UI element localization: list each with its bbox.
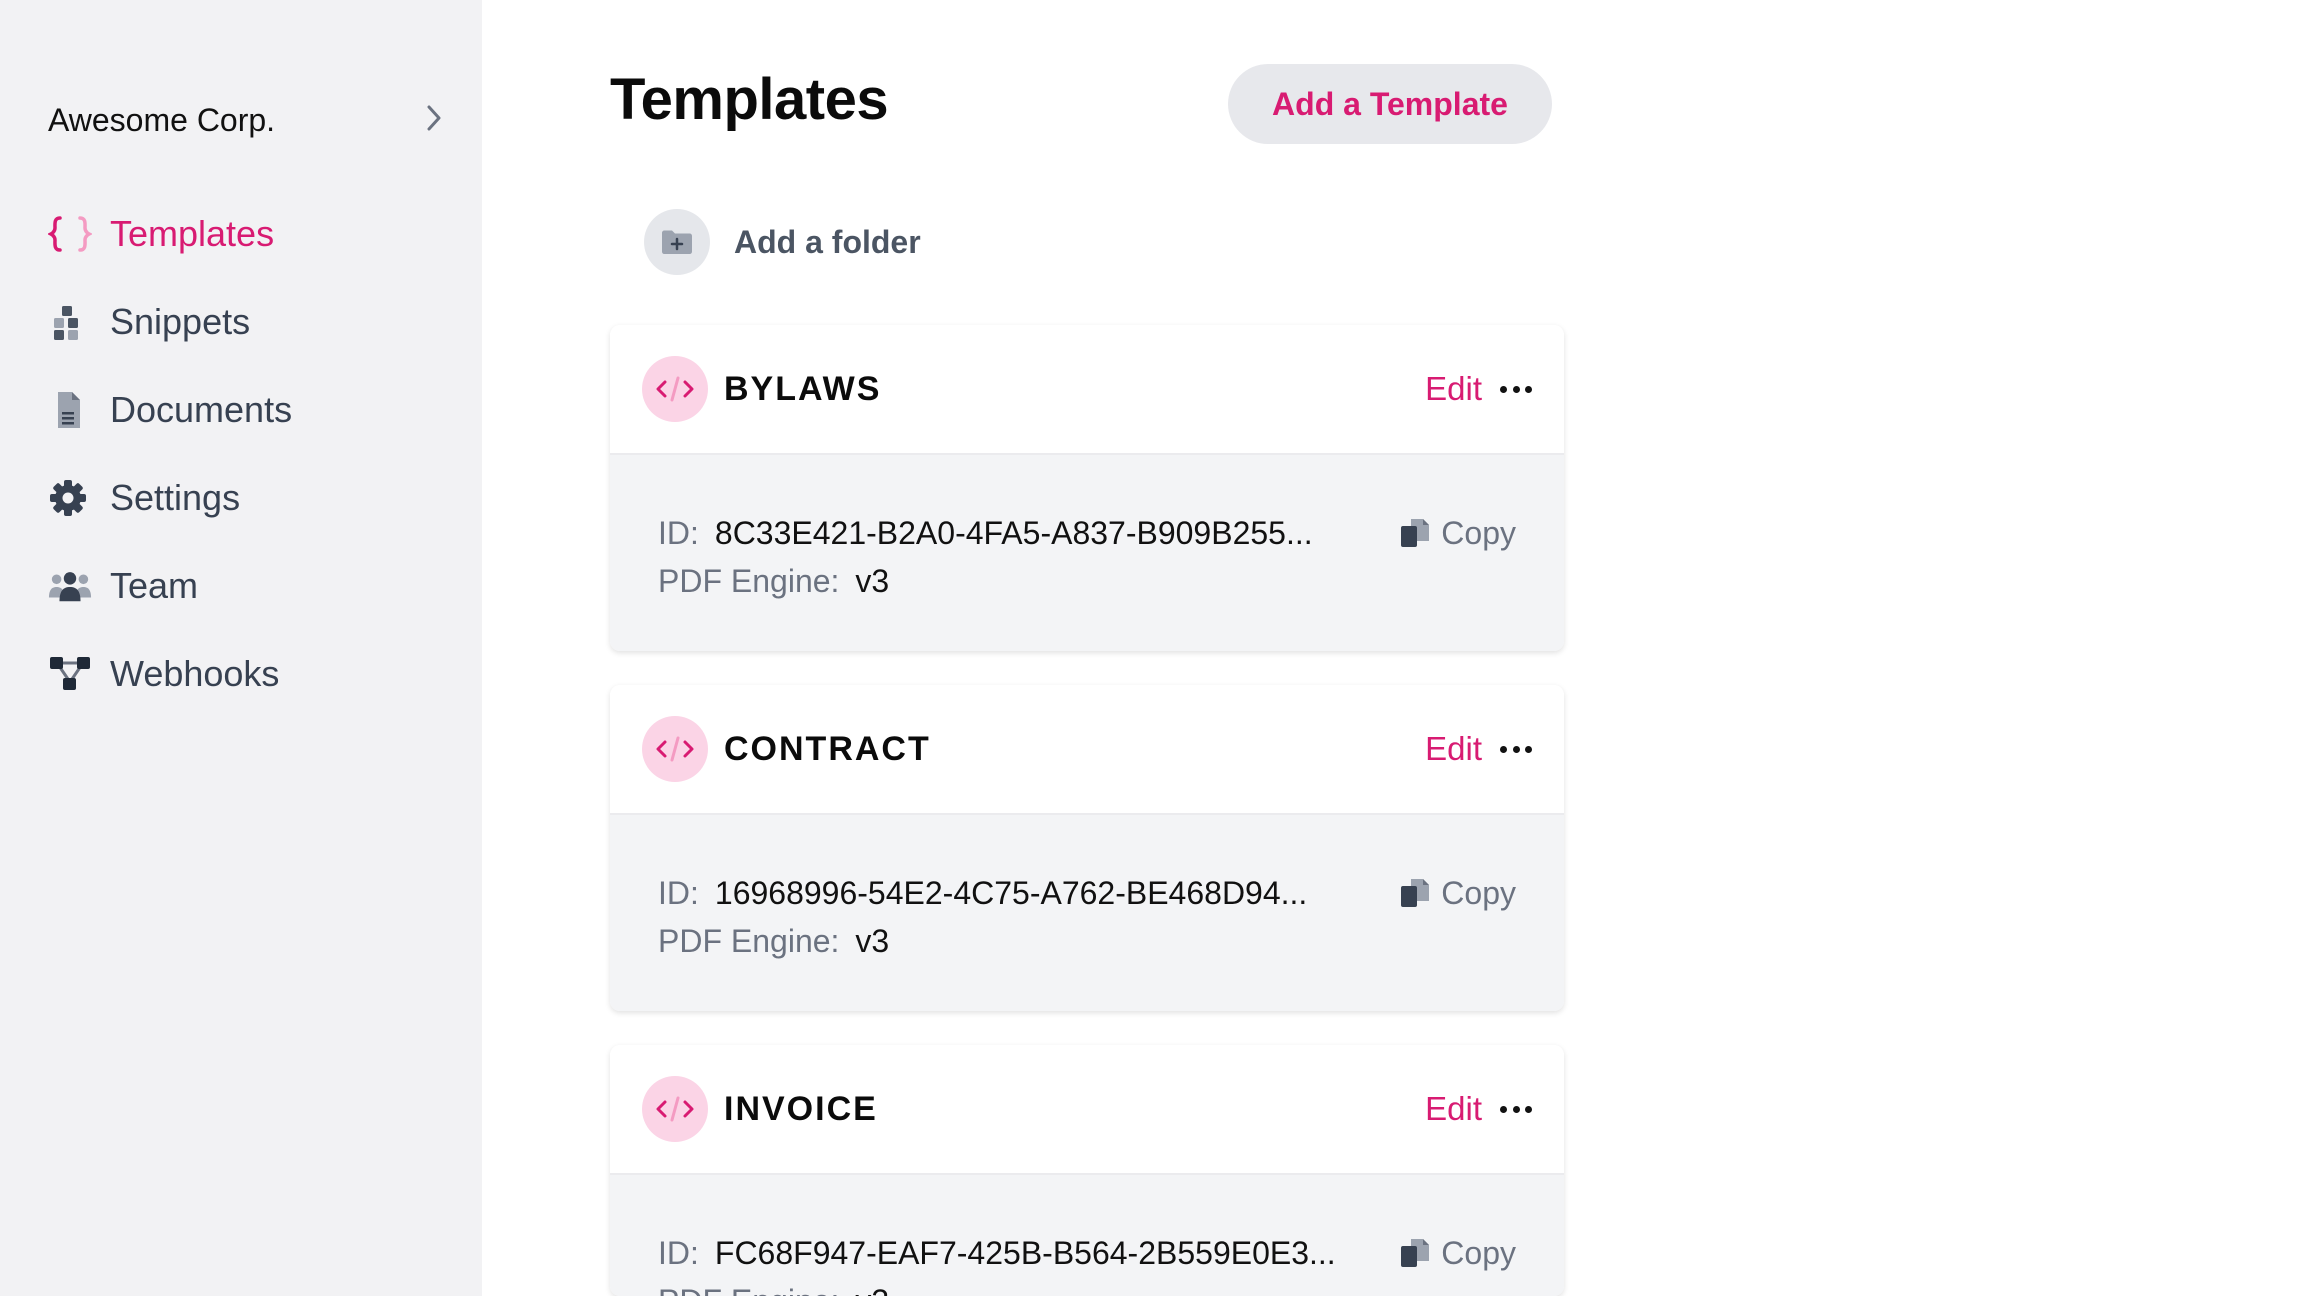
copy-icon — [1399, 877, 1431, 909]
pdf-engine-value: v3 — [855, 1283, 889, 1296]
sidebar-item-label: Webhooks — [110, 653, 280, 694]
template-card-body: ID: FC68F947-EAF7-425B-B564-2B559E0E3...… — [610, 1175, 1564, 1296]
sidebar-item-documents[interactable]: Documents — [48, 366, 444, 454]
sidebar-item-label: Templates — [110, 213, 275, 254]
pdf-engine-label: PDF Engine: — [658, 922, 840, 959]
template-id: 16968996-54E2-4C75-A762-BE468D94... — [714, 874, 1308, 911]
add-folder-label: Add a folder — [734, 223, 921, 260]
template-card: BYLAWS Edit ID: 8C33E421-B2A0-4FA5-A837-… — [610, 325, 1564, 651]
webhooks-icon — [48, 652, 92, 696]
code-icon — [642, 356, 708, 422]
template-card-header: CONTRACT Edit — [610, 685, 1564, 815]
copy-icon — [1399, 517, 1431, 549]
copy-label: Copy — [1441, 1234, 1516, 1271]
add-template-button[interactable]: Add a Template — [1228, 64, 1552, 144]
template-card-header: BYLAWS Edit — [610, 325, 1564, 455]
more-options-icon[interactable] — [1500, 739, 1532, 759]
org-switcher[interactable]: Awesome Corp. — [48, 98, 444, 142]
sidebar-item-label: Snippets — [110, 301, 251, 342]
template-card-body: ID: 8C33E421-B2A0-4FA5-A837-B909B255... … — [610, 455, 1564, 651]
gear-icon — [48, 476, 92, 520]
sidebar-item-settings[interactable]: Settings — [48, 454, 444, 542]
id-label: ID: — [658, 874, 699, 911]
edit-link[interactable]: Edit — [1425, 1090, 1482, 1128]
pdf-engine-value: v3 — [855, 922, 890, 959]
blocks-icon — [48, 300, 92, 344]
sidebar-item-templates[interactable]: Templates — [48, 190, 444, 278]
sidebar-nav: Templates Snippets Documents Settings Te… — [48, 190, 444, 718]
template-card: INVOICE Edit ID: FC68F947-EAF7-425B-B564… — [610, 1045, 1564, 1296]
sidebar-item-snippets[interactable]: Snippets — [48, 278, 444, 366]
sidebar-item-label: Settings — [110, 477, 241, 518]
more-options-icon[interactable] — [1500, 1099, 1532, 1119]
folder-plus-icon — [644, 209, 710, 275]
code-icon — [642, 1076, 708, 1142]
sidebar-item-team[interactable]: Team — [48, 542, 444, 630]
more-options-icon[interactable] — [1500, 379, 1532, 399]
team-icon — [48, 564, 92, 608]
pdf-engine-label: PDF Engine: — [658, 1283, 839, 1296]
copy-button[interactable]: Copy — [1399, 1229, 1516, 1277]
template-card: CONTRACT Edit ID: 16968996-54E2-4C75-A76… — [610, 685, 1564, 1011]
template-name: BYLAWS — [724, 369, 882, 408]
template-id: FC68F947-EAF7-425B-B564-2B559E0E3... — [714, 1234, 1336, 1271]
template-card-header: INVOICE Edit — [610, 1045, 1564, 1175]
sidebar: Awesome Corp. Templates Snippets Documen… — [0, 0, 482, 1296]
document-icon — [48, 388, 92, 432]
add-folder-button[interactable]: Add a folder — [644, 209, 921, 275]
template-name: INVOICE — [724, 1089, 878, 1128]
page-title: Templates — [610, 67, 889, 132]
pdf-engine-label: PDF Engine: — [658, 562, 840, 599]
template-id: 8C33E421-B2A0-4FA5-A837-B909B255... — [714, 514, 1313, 551]
braces-icon — [48, 212, 92, 256]
id-label: ID: — [658, 514, 699, 551]
template-name: CONTRACT — [724, 729, 931, 768]
copy-button[interactable]: Copy — [1399, 509, 1516, 557]
sidebar-item-webhooks[interactable]: Webhooks — [48, 630, 444, 718]
pdf-engine-value: v3 — [855, 562, 890, 599]
template-card-body: ID: 16968996-54E2-4C75-A762-BE468D94... … — [610, 815, 1564, 1011]
code-icon — [642, 716, 708, 782]
copy-label: Copy — [1441, 514, 1516, 551]
edit-link[interactable]: Edit — [1425, 370, 1482, 408]
sidebar-item-label: Team — [110, 565, 199, 606]
id-label: ID: — [658, 1234, 699, 1271]
copy-label: Copy — [1441, 874, 1516, 911]
org-name: Awesome Corp. — [48, 101, 276, 138]
chevron-right-icon — [424, 103, 444, 138]
sidebar-item-label: Documents — [110, 389, 293, 430]
copy-icon — [1399, 1237, 1431, 1269]
copy-button[interactable]: Copy — [1399, 869, 1516, 917]
edit-link[interactable]: Edit — [1425, 730, 1482, 768]
